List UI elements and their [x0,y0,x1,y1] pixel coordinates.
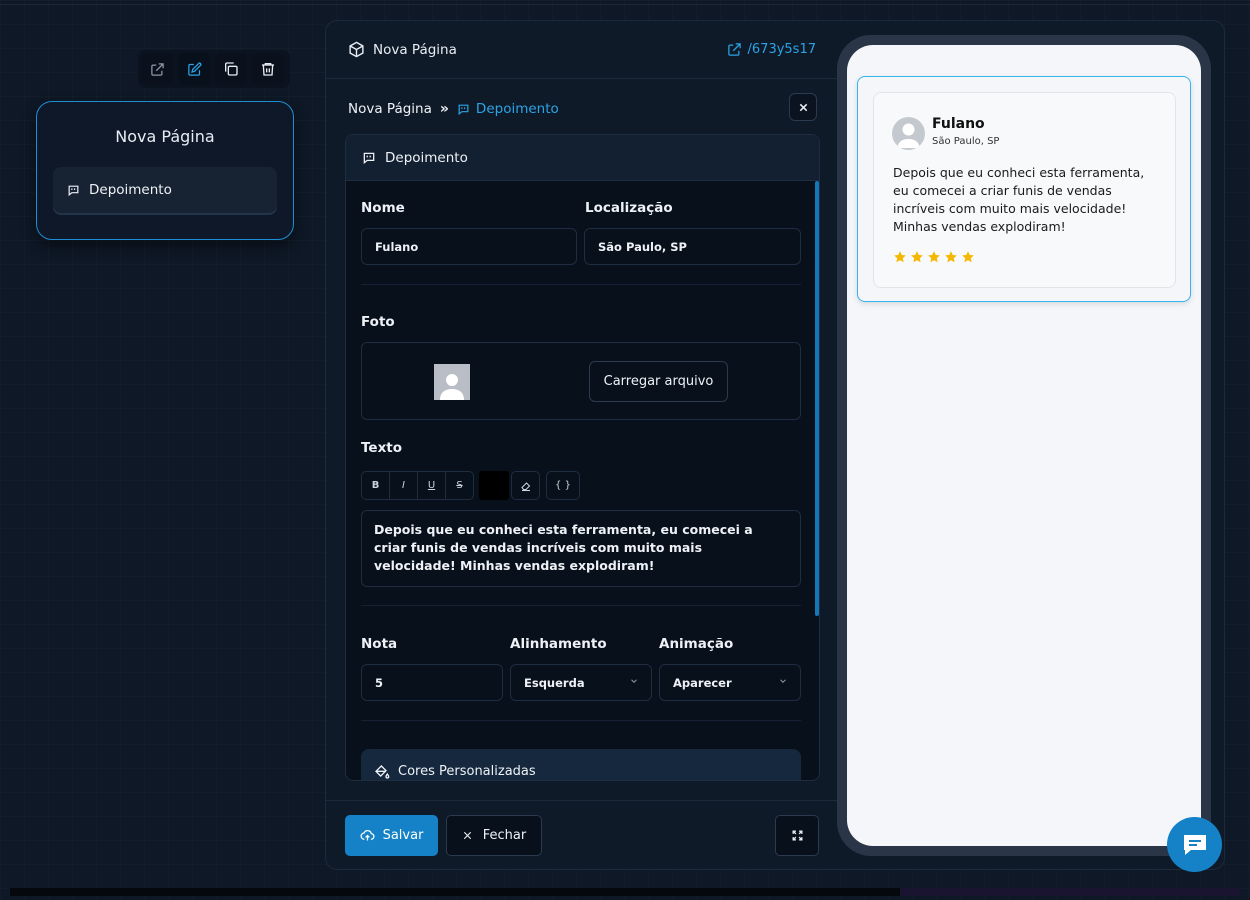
strikethrough-button[interactable]: S [445,471,474,500]
text-toolbar: B I U S { } [361,471,580,500]
nota-input[interactable]: 5 [361,664,503,701]
close-panel-button[interactable] [789,93,817,121]
cloud-upload-icon [360,829,375,841]
upload-button[interactable]: Carregar arquivo [589,361,728,402]
delete-button[interactable] [252,53,284,85]
animacao-label: Animação [659,636,734,652]
custom-colors-section[interactable]: Cores Personalizadas [361,749,801,780]
custom-colors-label: Cores Personalizadas [398,764,536,779]
rating-stars [893,250,975,264]
testimonial-location: São Paulo, SP [932,136,1000,147]
nome-input[interactable]: Fulano [361,228,577,265]
external-link-icon [727,43,741,56]
testimonial-name: Fulano [932,116,985,132]
alinhamento-label: Alinhamento [510,636,607,652]
star-icon [928,251,940,263]
close-button[interactable]: Fechar [446,815,542,856]
localizacao-input[interactable]: São Paulo, SP [584,228,801,265]
nota-label: Nota [361,636,398,652]
copy-icon [225,62,238,76]
testimonial-card: Fulano São Paulo, SP Depois que eu conhe… [873,92,1176,288]
external-link-icon [150,62,164,76]
texto-textarea[interactable]: Depois que eu conheci esta ferramenta, e… [361,510,801,587]
star-icon [911,251,923,263]
photo-field: Carregar arquivo [361,342,801,420]
testimonial-avatar [892,117,925,150]
open-link-button[interactable] [141,53,173,85]
star-icon [945,251,957,263]
selected-component-frame[interactable]: Fulano São Paulo, SP Depois que eu conhe… [857,76,1191,302]
star-icon [962,251,974,263]
clear-format-button[interactable] [511,471,540,500]
save-button[interactable]: Salvar [345,815,438,856]
chat-support-button[interactable] [1167,817,1222,872]
testimonial-text: Depois que eu conheci esta ferramenta, e… [893,165,1145,234]
breadcrumb-current: Depoimento [457,101,559,117]
node-title: Nova Página [115,127,215,146]
chevron-down-icon [631,679,637,683]
page-node[interactable]: Nova Página Depoimento [36,101,294,240]
underline-button[interactable]: U [417,471,446,500]
duplicate-button[interactable] [215,53,247,85]
photo-placeholder [434,364,470,400]
close-icon [799,103,807,111]
code-button[interactable]: { } [546,471,580,500]
page-link[interactable]: /673y5s17 [727,42,816,57]
texto-label: Texto [361,440,403,456]
alinhamento-select[interactable]: Esquerda [510,664,652,701]
panel-header: Nova Página /673y5s17 [326,21,838,79]
comment-quote-icon [363,152,375,164]
chevron-down-icon [780,679,786,683]
localizacao-label: Localização [585,200,673,216]
breadcrumb-root[interactable]: Nova Página [348,101,432,117]
comment-quote-icon [458,104,469,115]
animacao-select[interactable]: Aparecer [659,664,801,701]
divider [361,605,801,606]
chat-icon [1183,834,1206,855]
italic-button[interactable]: I [389,471,418,500]
bottom-scrollbar [10,888,1240,896]
top-divider [0,0,1250,5]
paint-bucket-icon [375,765,390,779]
star-icon [894,251,906,263]
edit-button[interactable] [178,53,210,85]
breadcrumb-separator: » [439,101,449,117]
eraser-icon [520,481,530,491]
fullscreen-button[interactable] [775,815,819,856]
foto-label: Foto [361,314,395,330]
user-icon [897,123,920,148]
bold-button[interactable]: B [361,471,390,500]
phone-preview: Fulano São Paulo, SP Depois que eu conhe… [837,35,1211,856]
node-item-label: Depoimento [89,182,172,198]
form-scrollbar[interactable] [815,181,819,616]
text-color-button[interactable] [479,471,509,500]
component-form: Depoimento Nome Localização Fulano São P… [345,134,820,781]
panel-title: Nova Página [373,41,457,58]
footer-divider [326,800,838,801]
trash-icon [262,63,274,76]
edit-icon [187,62,201,76]
preview-screen: Fulano São Paulo, SP Depois que eu conhe… [847,45,1201,846]
node-toolbar [138,50,290,88]
expand-icon [792,830,802,841]
divider [361,284,801,285]
divider [361,720,801,721]
node-item-depoimento[interactable]: Depoimento [53,167,277,213]
nome-label: Nome [361,200,405,216]
page-link-label: /673y5s17 [747,42,816,57]
comment-quote-icon [68,185,79,196]
cube-icon [349,41,364,58]
close-icon [463,831,471,840]
form-section-header: Depoimento [346,135,819,181]
breadcrumb: Nova Página » Depoimento [348,95,818,123]
form-section-title: Depoimento [385,149,468,166]
user-icon [440,374,464,400]
